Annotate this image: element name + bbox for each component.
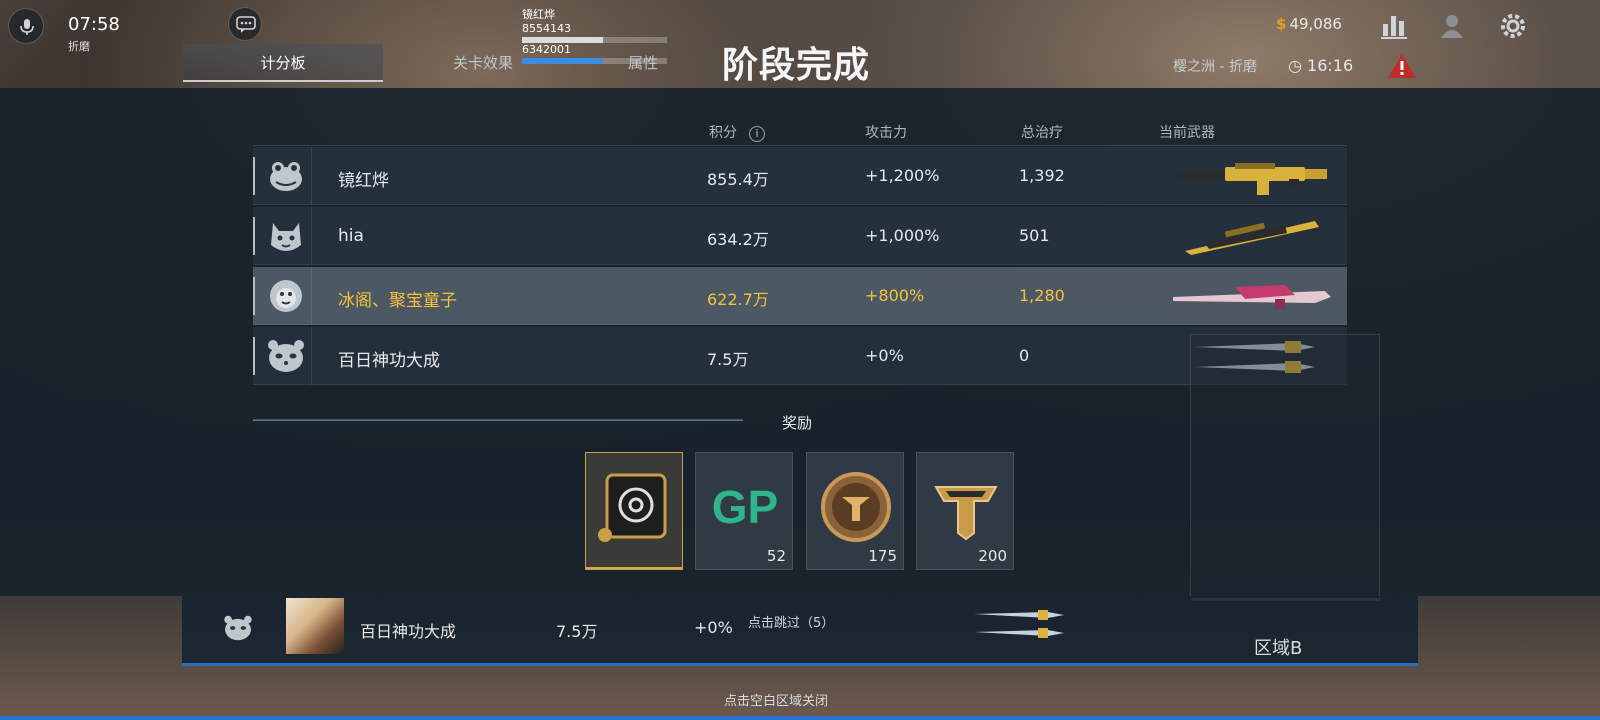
team-icon[interactable] — [1436, 10, 1468, 42]
reward-item[interactable] — [585, 452, 683, 570]
row-marker — [253, 157, 255, 195]
player-preview-card — [1190, 334, 1381, 601]
score-header: 积分 i — [709, 122, 765, 142]
svg-text:GP: GP — [712, 481, 778, 533]
player-portrait — [286, 598, 344, 654]
reward-count: 200 — [978, 547, 1007, 565]
emblem-card-icon — [598, 473, 667, 542]
page-title: 阶段完成 — [722, 45, 871, 86]
player-name: 冰阁、聚宝童子 — [338, 291, 457, 311]
attack-header: 攻击力 — [865, 125, 907, 141]
heal-header: 总治疗 — [1021, 125, 1063, 141]
reward-count: 52 — [766, 547, 786, 565]
avatar-divider — [311, 207, 312, 265]
monkey-avatar-icon — [270, 280, 302, 312]
chat-button[interactable] — [228, 7, 262, 41]
scoreboard-tabs: 计分板 关卡效果 属性 — [183, 44, 743, 82]
table-header: 积分 i 攻击力 总治疗 当前武器 — [253, 116, 1347, 146]
background-table-row[interactable]: 百日神功大成 7.5万 +0% 点击跳过（5） 区域B — [182, 596, 1418, 666]
rank-badge-icon — [934, 486, 998, 541]
difficulty-label: 折磨 — [68, 40, 90, 53]
chat-icon — [236, 16, 256, 33]
warning-icon[interactable] — [1386, 52, 1418, 80]
tab-attributes[interactable]: 属性 — [583, 44, 703, 82]
map-name: 樱之洲 - 折磨 — [1173, 59, 1257, 75]
player-attack: +1,200% — [865, 166, 940, 185]
player-score: 7.5万 — [556, 622, 598, 641]
clock: 07:58 — [68, 14, 120, 35]
table-row[interactable]: 镜红烨 855.4万 +1,200% 1,392 — [253, 147, 1347, 205]
table-row-highlighted[interactable]: 冰阁、聚宝童子 622.7万 +800% 1,280 — [253, 267, 1347, 325]
stats-icon[interactable] — [1378, 10, 1410, 42]
match-timer: ◷ 16:16 — [1288, 56, 1354, 75]
twin-daggers-icon — [974, 610, 1064, 638]
frog-avatar-icon — [270, 162, 302, 191]
score-header-label: 积分 — [709, 125, 737, 141]
player-heal: 1,280 — [1019, 286, 1065, 305]
player-heal: 501 — [1019, 226, 1050, 245]
coin-amount: 49,086 — [1289, 15, 1342, 33]
gp-icon: GP — [712, 481, 778, 533]
top-player-name: 镜红烨 — [522, 8, 555, 21]
close-hint[interactable]: 点击空白区域关闭 — [724, 690, 828, 709]
tab-scoreboard[interactable]: 计分板 — [183, 44, 383, 82]
weapon-header: 当前武器 — [1159, 125, 1215, 141]
player-heal: 1,392 — [1019, 166, 1065, 185]
top-player-score: 8554143 — [522, 22, 571, 35]
info-icon[interactable]: i — [749, 126, 765, 142]
player-attack: +1,000% — [865, 226, 940, 245]
reward-item[interactable]: 175 — [806, 452, 904, 570]
avatar-divider — [311, 147, 312, 205]
player-name: 镜红烨 — [338, 171, 389, 191]
player-attack: +0% — [865, 346, 904, 365]
player-heal: 0 — [1019, 346, 1030, 365]
dollar-icon: $ — [1276, 15, 1287, 33]
player-score: 622.7万 — [707, 290, 769, 309]
player-score: 855.4万 — [707, 170, 769, 189]
player-score: 634.2万 — [707, 230, 769, 249]
panda-avatar-icon — [268, 340, 304, 372]
row-marker — [253, 337, 255, 375]
skip-countdown[interactable]: 点击跳过（5） — [748, 612, 834, 631]
voice-button[interactable] — [8, 8, 44, 44]
bottom-progress-bar — [0, 716, 1600, 720]
gear-icon[interactable] — [1497, 10, 1529, 42]
player-name: 百日神功大成 — [360, 622, 457, 641]
reward-count: 175 — [868, 547, 897, 565]
cat-avatar-icon — [271, 223, 301, 251]
bronze-medal-icon — [821, 472, 891, 542]
panda-avatar-icon — [224, 615, 252, 641]
player-attack: +0% — [694, 618, 733, 637]
reward-item[interactable]: GP 52 — [695, 452, 793, 570]
timer-value: 16:16 — [1307, 56, 1354, 75]
row-marker — [253, 217, 255, 255]
avatar-divider — [311, 327, 312, 385]
player-attack: +800% — [865, 286, 925, 305]
player-score: 7.5万 — [707, 350, 749, 369]
reward-divider — [253, 420, 743, 421]
microphone-icon — [20, 19, 34, 35]
gold-rifle-icon — [1175, 163, 1327, 195]
rewards-title: 奖励 — [782, 414, 813, 432]
coin-counter: $49,086 — [1276, 15, 1342, 33]
row-marker — [253, 277, 255, 315]
zone-label: 区域B — [1254, 638, 1303, 659]
reward-item[interactable]: 200 — [916, 452, 1014, 570]
player-name: hia — [338, 226, 364, 246]
pink-rifle-icon — [1173, 285, 1331, 309]
gold-sniper-icon — [1185, 221, 1319, 255]
table-row[interactable]: hia 634.2万 +1,000% 501 — [253, 207, 1347, 265]
player-name: 百日神功大成 — [338, 351, 440, 371]
table-row[interactable]: 百日神功大成 7.5万 +0% 0 — [253, 327, 1347, 385]
tab-stage-effects[interactable]: 关卡效果 — [383, 44, 583, 82]
avatar-divider — [311, 267, 312, 325]
